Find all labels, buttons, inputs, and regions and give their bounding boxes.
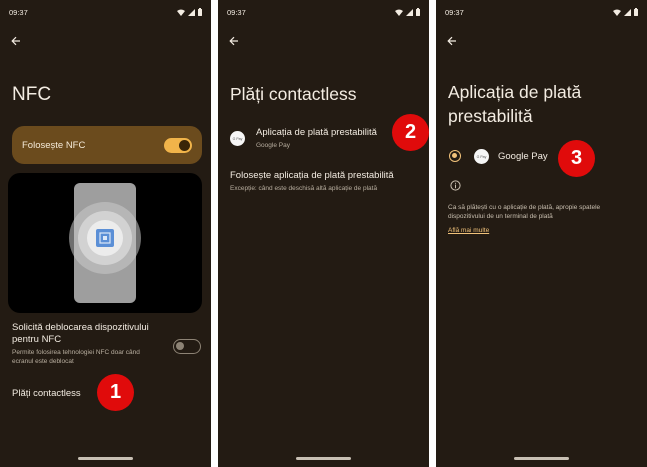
use-default-app-title: Folosește aplicația de plată prestabilit… [230,170,394,181]
step-badge-2: 2 [392,114,429,151]
signal-icon [624,8,631,16]
use-nfc-toggle-row[interactable]: Folosește NFC [12,126,202,164]
info-text: Ca să plătești cu o aplicație de plată, … [448,204,601,220]
require-unlock-subtitle: Permite folosirea tehnologiei NFC doar c… [12,349,140,365]
default-payment-app-subtitle: Google Pay [256,142,290,149]
google-pay-option-label[interactable]: Google Pay [498,151,548,163]
default-payment-app-screen: 09:37 Aplicația de plată prestabilită G … [436,0,647,467]
require-unlock-setting[interactable]: Solicită deblocarea dispozitivului pentr… [12,322,162,366]
use-default-app-subtitle: Excepție: când este deschisă altă aplica… [230,185,378,192]
require-unlock-title: Solicită deblocarea dispozitivului pentr… [12,322,149,345]
arrow-back-icon [11,36,20,46]
status-bar: 09:37 [227,6,420,18]
home-indicator[interactable] [78,457,133,460]
page-title: Plăți contactless [230,84,357,104]
signal-icon [406,8,413,16]
status-time: 09:37 [227,7,246,17]
wifi-icon [613,9,621,16]
default-payment-app-title: Aplicația de plată prestabilită [256,127,377,138]
back-button[interactable] [8,33,24,49]
nfc-illustration [8,173,202,313]
back-button[interactable] [444,33,460,49]
phone-nfc-icon [69,183,141,303]
step-badge-1: 1 [97,374,134,411]
battery-icon [634,8,638,16]
use-nfc-label: Folosește NFC [22,139,86,151]
default-payment-app-item[interactable]: Aplicația de plată prestabilită Google P… [256,127,377,150]
home-indicator[interactable] [514,457,569,460]
contactless-payments-screen: 09:37 Plăți contactless G Pay Aplicația … [218,0,429,467]
nfc-settings-screen: 09:37 NFC Folosește NFC Solicită debloca… [0,0,211,467]
back-button[interactable] [226,33,242,49]
signal-icon [188,8,195,16]
status-time: 09:37 [445,7,464,17]
google-pay-icon: G Pay [230,131,245,146]
step-badge-3: 3 [558,140,595,177]
use-nfc-switch[interactable] [164,137,192,153]
status-bar: 09:37 [445,6,638,18]
battery-icon [198,8,202,16]
wifi-icon [177,9,185,16]
require-unlock-switch[interactable] [173,339,201,354]
learn-more-link[interactable]: Află mai multe [448,227,489,234]
page-title: Aplicația de plată prestabilită [448,82,582,126]
contactless-payments-item[interactable]: Plăți contactless [12,388,81,400]
contactless-payments-label: Plăți contactless [12,388,81,399]
google-pay-radio[interactable] [449,150,461,162]
info-icon [450,180,461,191]
page-title: NFC [12,84,52,105]
battery-icon [416,8,420,16]
use-default-app-item[interactable]: Folosește aplicația de plată prestabilit… [230,170,420,193]
status-bar: 09:37 [9,6,202,18]
status-time: 09:37 [9,7,28,17]
google-pay-icon: G Pay [474,149,489,164]
home-indicator[interactable] [296,457,351,460]
arrow-back-icon [229,36,238,46]
arrow-back-icon [447,36,456,46]
wifi-icon [395,9,403,16]
